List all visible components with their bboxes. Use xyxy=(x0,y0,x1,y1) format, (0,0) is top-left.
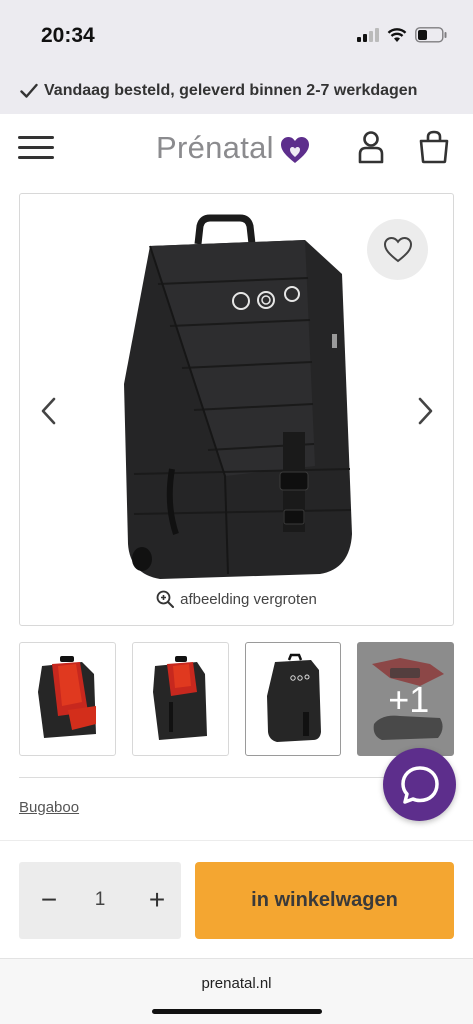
previous-image-button[interactable] xyxy=(38,396,60,431)
browser-url-bar: prenatal.nl xyxy=(0,958,473,1024)
add-to-cart-button[interactable]: in winkelwagen xyxy=(195,862,454,939)
product-gallery[interactable]: afbeelding vergroten xyxy=(19,193,454,626)
thumbnail-image xyxy=(266,653,321,742)
delivery-promo-text: Vandaag besteld, geleverd binnen 2-7 wer… xyxy=(44,82,418,99)
brand-link[interactable]: Bugaboo xyxy=(19,799,79,816)
heart-logo-icon xyxy=(280,137,309,163)
signal-icon xyxy=(357,28,379,42)
thumbnail-2[interactable] xyxy=(131,642,229,756)
add-to-cart-bar: − 1 + in winkelwagen xyxy=(0,840,473,958)
thumbnail-1[interactable] xyxy=(19,642,116,756)
next-image-button[interactable] xyxy=(414,396,436,431)
site-logo[interactable]: Prénatal xyxy=(156,130,310,166)
menu-icon[interactable] xyxy=(18,136,54,162)
url-text[interactable]: prenatal.nl xyxy=(0,975,473,992)
status-icons xyxy=(357,27,447,43)
site-header: Prénatal xyxy=(0,114,473,184)
heart-icon xyxy=(383,236,412,263)
thumbnail-image xyxy=(153,656,208,740)
home-indicator xyxy=(152,1009,322,1014)
chat-button[interactable] xyxy=(383,748,456,821)
increase-quantity-button[interactable]: + xyxy=(137,880,177,920)
more-images-count: +1 xyxy=(388,679,430,720)
status-bar: 20:34 xyxy=(0,0,473,68)
chat-bubble-icon xyxy=(400,765,439,804)
delivery-promo-bar: Vandaag besteld, geleverd binnen 2-7 wer… xyxy=(0,68,473,114)
wifi-icon xyxy=(387,27,407,42)
chevron-left-icon xyxy=(41,397,56,425)
thumbnail-image xyxy=(38,656,97,738)
zoom-label: afbeelding vergroten xyxy=(180,590,317,608)
thumbnail-more[interactable]: +1 xyxy=(357,642,454,756)
cart-icon[interactable] xyxy=(418,130,450,164)
zoom-image-link[interactable]: afbeelding vergroten xyxy=(20,590,453,608)
zoom-in-icon xyxy=(156,590,175,608)
battery-icon xyxy=(415,27,447,43)
product-image[interactable] xyxy=(120,214,360,589)
check-icon xyxy=(20,83,38,99)
quantity-stepper: − 1 + xyxy=(19,862,181,939)
logo-text: Prénatal xyxy=(156,130,274,165)
favorite-button[interactable] xyxy=(367,219,428,280)
thumbnail-3[interactable] xyxy=(244,642,342,756)
chevron-right-icon xyxy=(418,397,433,425)
account-icon[interactable] xyxy=(356,130,386,164)
quantity-value[interactable]: 1 xyxy=(79,889,121,911)
decrease-quantity-button[interactable]: − xyxy=(29,880,69,920)
status-time: 20:34 xyxy=(41,24,95,47)
thumbnail-strip: +1 xyxy=(19,642,454,756)
